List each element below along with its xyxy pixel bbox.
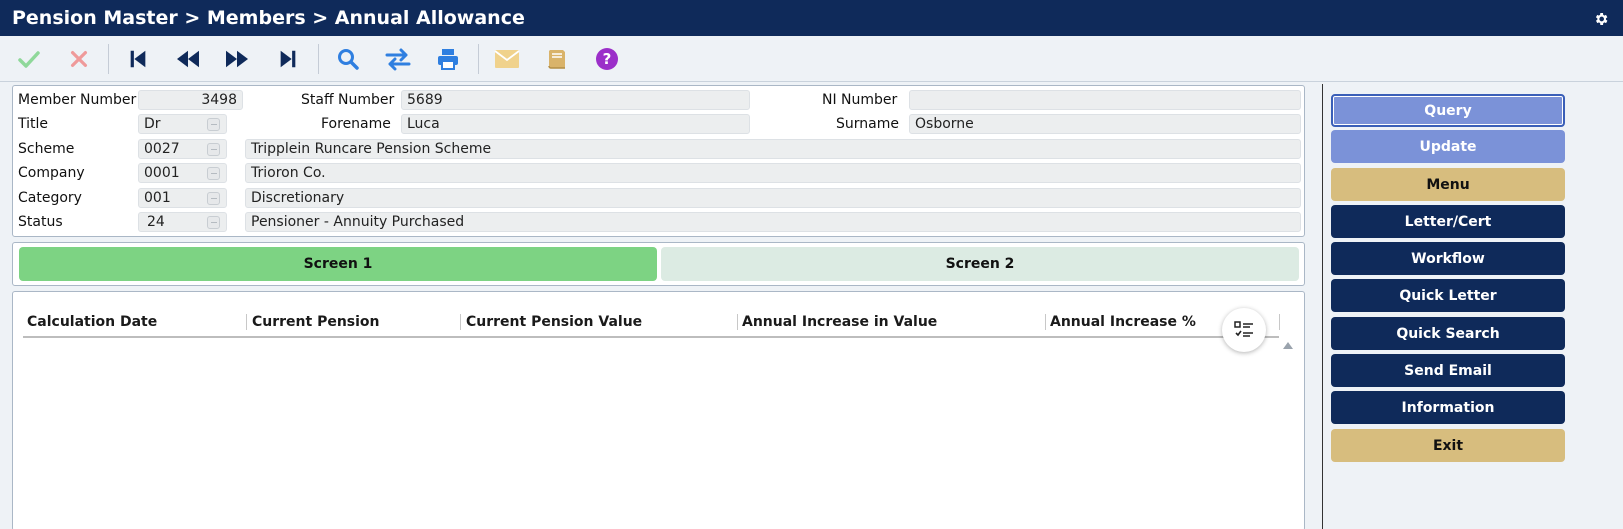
- title-label: Title: [18, 116, 49, 132]
- quick-letter-button[interactable]: Quick Letter: [1331, 279, 1565, 312]
- toolbar-divider: [478, 44, 479, 74]
- title-bar: Pension Master > Members > Annual Allowa…: [0, 0, 1623, 36]
- query-button[interactable]: Query: [1331, 94, 1565, 127]
- email-icon[interactable]: [493, 45, 521, 73]
- letter-cert-button[interactable]: Letter/Cert: [1331, 205, 1565, 238]
- staff-number-field[interactable]: 5689: [401, 90, 750, 110]
- sidebar-divider: [1322, 84, 1323, 529]
- table-header-underline: [23, 336, 1279, 338]
- status-name-field: Pensioner - Annuity Purchased: [245, 212, 1301, 232]
- column-header-calculation-date[interactable]: Calculation Date: [27, 314, 157, 330]
- search-icon[interactable]: [334, 45, 362, 73]
- cancel-icon[interactable]: [65, 45, 93, 73]
- gear-icon[interactable]: [1593, 11, 1609, 27]
- forename-field[interactable]: Luca: [401, 114, 750, 134]
- column-header-annual-increase-percent[interactable]: Annual Increase %: [1050, 314, 1196, 330]
- surname-label: Surname: [836, 116, 899, 132]
- previous-record-icon[interactable]: [174, 45, 202, 73]
- scroll-up-icon[interactable]: [1283, 342, 1293, 349]
- first-record-icon[interactable]: [124, 45, 152, 73]
- help-icon[interactable]: ?: [593, 45, 621, 73]
- member-number-label: Member Number: [18, 92, 137, 108]
- print-icon[interactable]: [434, 45, 462, 73]
- book-icon[interactable]: [543, 45, 571, 73]
- information-button[interactable]: Information: [1331, 391, 1565, 424]
- column-header-current-pension[interactable]: Current Pension: [252, 314, 380, 330]
- scheme-name-field: Tripplein Runcare Pension Scheme: [245, 139, 1301, 159]
- ni-number-field[interactable]: [909, 90, 1301, 110]
- toolbar: ?: [0, 36, 1623, 82]
- toolbar-divider: [108, 44, 109, 74]
- forename-label: Forename: [321, 116, 391, 132]
- member-number-field[interactable]: 3498: [138, 90, 243, 110]
- column-divider[interactable]: [460, 314, 461, 330]
- svg-text:?: ?: [603, 50, 612, 68]
- update-button[interactable]: Update: [1331, 130, 1565, 163]
- member-details-panel: Member Number 3498 Staff Number 5689 NI …: [12, 85, 1305, 237]
- company-dropdown-icon[interactable]: [207, 167, 220, 180]
- exit-button[interactable]: Exit: [1331, 429, 1565, 462]
- surname-field[interactable]: Osborne: [909, 114, 1301, 134]
- title-dropdown-icon[interactable]: [207, 118, 220, 131]
- column-divider[interactable]: [246, 314, 247, 330]
- tab-screen-1[interactable]: Screen 1: [19, 247, 657, 281]
- ni-number-label: NI Number: [822, 92, 898, 108]
- check-icon[interactable]: [15, 45, 43, 73]
- category-dropdown-icon[interactable]: [207, 192, 220, 205]
- column-header-current-pension-value[interactable]: Current Pension Value: [466, 314, 642, 330]
- tab-screen-2[interactable]: Screen 2: [661, 247, 1299, 281]
- column-chooser-button[interactable]: [1222, 308, 1266, 352]
- next-record-icon[interactable]: [223, 45, 251, 73]
- scheme-dropdown-icon[interactable]: [207, 143, 220, 156]
- toolbar-divider: [318, 44, 319, 74]
- data-table-panel: Calculation Date Current Pension Current…: [12, 291, 1305, 529]
- column-divider[interactable]: [1045, 314, 1046, 330]
- column-divider[interactable]: [1279, 314, 1280, 330]
- staff-number-label: Staff Number: [301, 92, 395, 108]
- swap-icon[interactable]: [384, 45, 412, 73]
- send-email-button[interactable]: Send Email: [1331, 354, 1565, 387]
- scheme-label: Scheme: [18, 141, 75, 157]
- company-label: Company: [18, 165, 85, 181]
- page-title: Pension Master > Members > Annual Allowa…: [12, 7, 525, 29]
- status-label: Status: [18, 214, 63, 230]
- checklist-icon: [1234, 321, 1253, 337]
- category-label: Category: [18, 190, 82, 206]
- workflow-button[interactable]: Workflow: [1331, 242, 1565, 275]
- menu-button[interactable]: Menu: [1331, 168, 1565, 201]
- category-name-field: Discretionary: [245, 188, 1301, 208]
- status-dropdown-icon[interactable]: [207, 216, 220, 229]
- last-record-icon[interactable]: [274, 45, 302, 73]
- tabs-panel: Screen 1 Screen 2: [12, 242, 1305, 286]
- company-name-field: Trioron Co.: [245, 163, 1301, 183]
- column-header-annual-increase-value[interactable]: Annual Increase in Value: [742, 314, 937, 330]
- quick-search-button[interactable]: Quick Search: [1331, 317, 1565, 350]
- column-divider[interactable]: [737, 314, 738, 330]
